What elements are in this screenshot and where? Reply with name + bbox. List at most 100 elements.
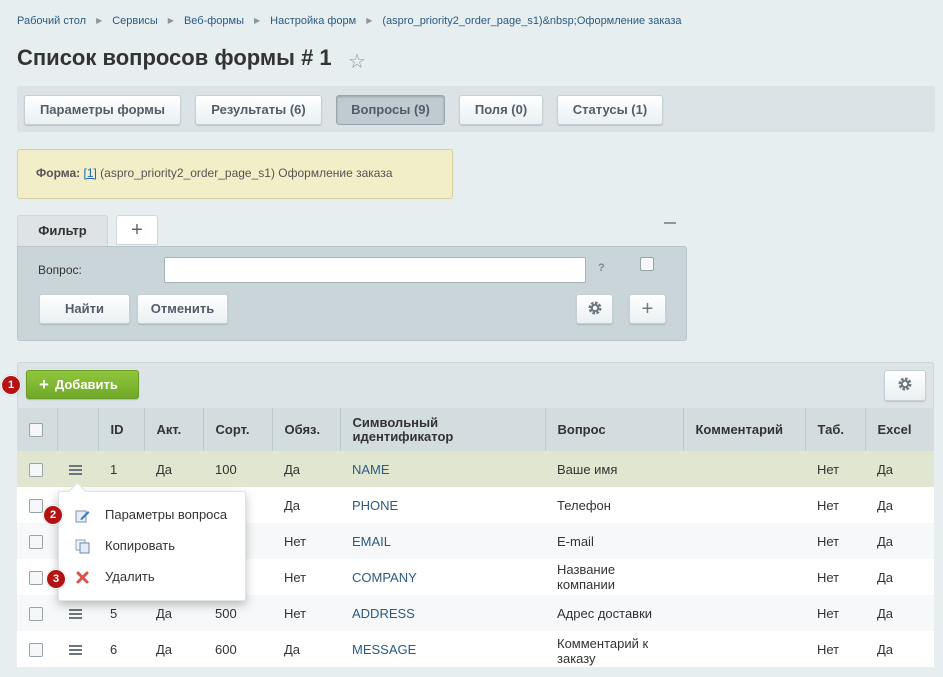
cell-tab: Нет bbox=[805, 559, 865, 595]
add-filter-tab-button[interactable]: + bbox=[116, 215, 158, 245]
tab-form-params[interactable]: Параметры формы bbox=[24, 95, 181, 125]
cell-tab: Нет bbox=[805, 487, 865, 523]
tab-statuses[interactable]: Статусы (1) bbox=[557, 95, 663, 125]
collapse-filter-icon[interactable] bbox=[664, 222, 676, 224]
copy-icon bbox=[75, 539, 90, 554]
cell-id: 1 bbox=[98, 451, 144, 487]
breadcrumb-item-desktop[interactable]: Рабочий стол bbox=[17, 15, 86, 27]
delete-icon bbox=[76, 571, 89, 584]
step-badge-1: 1 bbox=[1, 375, 21, 395]
column-sort[interactable]: Сорт. bbox=[203, 408, 273, 451]
column-excel[interactable]: Excel bbox=[865, 408, 934, 451]
tab-fields[interactable]: Поля (0) bbox=[459, 95, 543, 125]
row-context-menu: Параметры вопроса Копировать Удалить bbox=[58, 491, 246, 601]
table-row[interactable]: 6 Да 600 Да MESSAGE Комментарий к заказу… bbox=[17, 631, 934, 667]
cell-comment bbox=[683, 631, 805, 667]
menu-item-label: Удалить bbox=[105, 569, 155, 584]
cell-active: Да bbox=[144, 451, 203, 487]
cell-question: Ваше имя bbox=[545, 451, 683, 487]
breadcrumb-arrow-icon: ▶ bbox=[167, 16, 174, 25]
cell-excel: Да bbox=[865, 595, 934, 631]
gear-icon bbox=[588, 301, 601, 315]
row-menu-icon[interactable] bbox=[69, 609, 82, 620]
cell-tab: Нет bbox=[805, 595, 865, 631]
column-code[interactable]: Символьный идентификатор bbox=[340, 408, 546, 451]
cell-code[interactable]: NAME bbox=[340, 451, 545, 487]
column-tab[interactable]: Таб. bbox=[805, 408, 866, 451]
select-all-column bbox=[17, 408, 58, 451]
cell-comment bbox=[683, 523, 805, 559]
form-info-text: (aspro_priority2_order_page_s1) Оформлен… bbox=[100, 166, 393, 180]
cell-comment bbox=[683, 595, 805, 631]
filter-checkbox[interactable] bbox=[640, 257, 654, 271]
menu-item-label: Копировать bbox=[105, 538, 175, 553]
cell-code[interactable]: ADDRESS bbox=[340, 595, 545, 631]
plus-icon: + bbox=[39, 375, 49, 394]
column-question[interactable]: Вопрос bbox=[545, 408, 684, 451]
form-tabs-bar: Параметры формы Результаты (6) Вопросы (… bbox=[17, 86, 935, 132]
cell-tab: Нет bbox=[805, 523, 865, 559]
tab-results[interactable]: Результаты (6) bbox=[195, 95, 322, 125]
list-settings-button[interactable] bbox=[884, 370, 926, 401]
cell-comment bbox=[683, 487, 805, 523]
row-menu-icon[interactable] bbox=[69, 465, 82, 476]
row-checkbox[interactable] bbox=[29, 462, 43, 477]
cell-comment bbox=[683, 559, 805, 595]
cell-question: Название компании bbox=[545, 559, 683, 595]
breadcrumb-item-current-form[interactable]: (aspro_priority2_order_page_s1)&nbsp;Офо… bbox=[382, 15, 681, 27]
column-required[interactable]: Обяз. bbox=[272, 408, 341, 451]
row-checkbox[interactable] bbox=[29, 642, 43, 657]
form-id-link[interactable]: [1] bbox=[83, 166, 96, 180]
menu-item-label: Параметры вопроса bbox=[105, 507, 228, 522]
menu-item-delete[interactable]: Удалить bbox=[59, 562, 247, 592]
tab-questions[interactable]: Вопросы (9) bbox=[336, 95, 445, 125]
table-header-row: ID Акт. Сорт. Обяз. Символьный идентифик… bbox=[17, 408, 934, 451]
cell-required: Да bbox=[272, 487, 340, 523]
filter-question-input[interactable] bbox=[164, 257, 586, 283]
add-question-button[interactable]: + Добавить bbox=[26, 370, 139, 399]
cell-code[interactable]: PHONE bbox=[340, 487, 545, 523]
filter-question-label: Вопрос: bbox=[38, 263, 82, 277]
filter-panel: Вопрос: ? Найти Отменить + bbox=[17, 246, 687, 341]
row-checkbox[interactable] bbox=[29, 606, 43, 621]
column-comment[interactable]: Комментарий bbox=[683, 408, 806, 451]
cell-comment bbox=[683, 451, 805, 487]
cell-sort: 100 bbox=[203, 451, 272, 487]
cell-tab: Нет bbox=[805, 451, 865, 487]
breadcrumb-item-form-settings[interactable]: Настройка форм bbox=[270, 15, 356, 27]
breadcrumb-item-services[interactable]: Сервисы bbox=[112, 15, 158, 27]
cell-code[interactable]: COMPANY bbox=[340, 559, 545, 595]
cell-code[interactable]: EMAIL bbox=[340, 523, 545, 559]
menu-item-question-params[interactable]: Параметры вопроса bbox=[59, 500, 247, 530]
form-info-box: Форма: [1] (aspro_priority2_order_page_s… bbox=[17, 149, 453, 199]
row-checkbox[interactable] bbox=[29, 498, 43, 513]
row-menu-icon[interactable] bbox=[69, 645, 82, 656]
cell-id: 6 bbox=[98, 631, 144, 667]
cell-required: Нет bbox=[272, 523, 340, 559]
breadcrumb-item-webforms[interactable]: Веб-формы bbox=[184, 15, 244, 27]
help-icon[interactable]: ? bbox=[598, 262, 605, 274]
cell-code[interactable]: MESSAGE bbox=[340, 631, 545, 667]
add-filter-field-button[interactable]: + bbox=[629, 294, 666, 324]
add-button-label: Добавить bbox=[54, 377, 118, 392]
select-all-checkbox[interactable] bbox=[29, 422, 43, 437]
page-title: Список вопросов формы # 1 bbox=[17, 45, 332, 70]
gear-icon bbox=[898, 377, 912, 391]
row-checkbox[interactable] bbox=[29, 570, 43, 585]
breadcrumb-arrow-icon: ▶ bbox=[96, 16, 103, 25]
table-row[interactable]: 1 Да 100 Да NAME Ваше имя Нет Да bbox=[17, 451, 934, 487]
find-button[interactable]: Найти bbox=[39, 294, 130, 324]
plus-icon: + bbox=[641, 298, 654, 320]
column-active[interactable]: Акт. bbox=[144, 408, 204, 451]
cancel-button[interactable]: Отменить bbox=[137, 294, 228, 324]
star-icon[interactable]: ☆ bbox=[348, 49, 366, 74]
filter-tab[interactable]: Фильтр bbox=[17, 215, 108, 247]
cell-question: Телефон bbox=[545, 487, 683, 523]
breadcrumb: Рабочий стол ▶ Сервисы ▶ Веб-формы ▶ Настройка… bbox=[17, 15, 682, 27]
menu-item-copy[interactable]: Копировать bbox=[59, 531, 247, 561]
breadcrumb-arrow-icon: ▶ bbox=[366, 16, 373, 25]
cell-required: Нет bbox=[272, 595, 340, 631]
column-id[interactable]: ID bbox=[98, 408, 145, 451]
row-checkbox[interactable] bbox=[29, 534, 43, 549]
filter-settings-button[interactable] bbox=[576, 294, 613, 324]
